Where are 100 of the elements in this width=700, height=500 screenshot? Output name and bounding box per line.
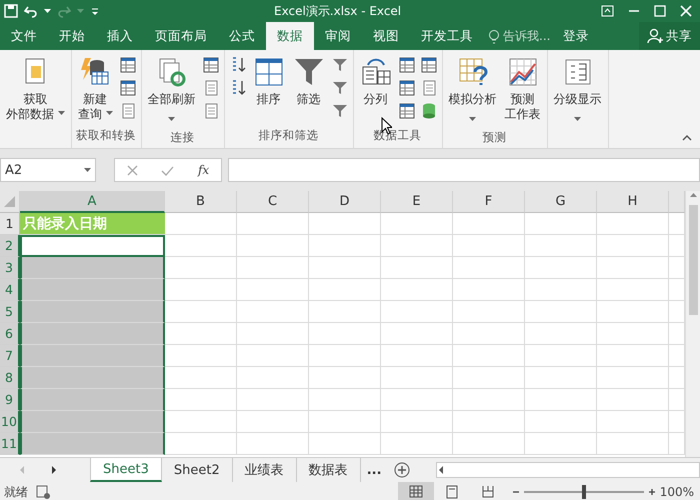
sign-in-link[interactable]: 登录 [555, 22, 597, 50]
table-icon[interactable] [420, 56, 438, 74]
ribbon-tab[interactable]: 页面布局 [144, 22, 218, 50]
table-cell [453, 389, 525, 411]
select-all-icon [3, 195, 16, 208]
insert-function-button[interactable]: fx [198, 163, 210, 177]
column-header[interactable]: G [525, 191, 597, 213]
scroll-thumb[interactable] [688, 205, 698, 315]
table-cell [237, 301, 309, 323]
row-header[interactable]: 9 [0, 389, 20, 411]
table-cell [525, 301, 597, 323]
table-cell [453, 257, 525, 279]
ribbon-button[interactable]: 模拟分析 [446, 54, 499, 130]
share-button[interactable]: 共享 [639, 22, 700, 50]
sheet-tab[interactable]: Sheet3 [90, 458, 162, 482]
row-header[interactable]: 1 [0, 213, 20, 235]
table-cell [237, 411, 309, 433]
column-header[interactable]: D [309, 191, 381, 213]
table-cell [165, 345, 237, 367]
table-cell [381, 301, 453, 323]
table-icon[interactable] [398, 56, 416, 74]
table-cell [525, 367, 597, 389]
horizontal-scrollbar[interactable] [436, 462, 700, 478]
caret-icon [77, 9, 84, 13]
table-cell [525, 433, 597, 455]
vertical-scrollbar[interactable] [685, 191, 700, 457]
table-cell [525, 279, 597, 301]
zoom-level[interactable]: 100% [660, 485, 694, 499]
ribbon-tab[interactable]: 插入 [96, 22, 144, 50]
row-header[interactable]: 10 [0, 411, 20, 433]
ribbon-tab[interactable]: 数据 [266, 22, 314, 50]
ribbon-button[interactable]: 预测 工作表 [502, 54, 543, 130]
ribbon-button[interactable]: 分列 [358, 54, 394, 128]
ribbon-tab[interactable]: 审阅 [314, 22, 362, 50]
table-icon[interactable] [398, 79, 416, 97]
row-header[interactable]: 5 [0, 301, 20, 323]
table-cell [309, 213, 381, 235]
column-header[interactable]: A [20, 191, 165, 213]
table-icon[interactable] [398, 102, 416, 120]
row-header[interactable]: 2 [0, 235, 20, 257]
row-header[interactable]: 7 [0, 345, 20, 367]
table-cell [597, 235, 669, 257]
table-cell [165, 411, 237, 433]
table-cell [597, 389, 669, 411]
column-header[interactable]: E [381, 191, 453, 213]
table-icon[interactable] [118, 79, 137, 97]
check-icon [161, 164, 174, 176]
ribbon-button[interactable]: 分级显示 [552, 54, 604, 130]
table-cell [381, 411, 453, 433]
ribbon-tab[interactable]: 公式 [218, 22, 266, 50]
redo-icon [57, 4, 71, 18]
table-icon[interactable] [202, 56, 220, 74]
ribbon-button[interactable]: 筛选 [290, 54, 327, 128]
more-sheets-button[interactable]: ... [360, 458, 388, 482]
table-cell [381, 279, 453, 301]
table-cell [237, 279, 309, 301]
ribbon-button[interactable]: 获取 外部数据 [4, 54, 67, 128]
zoom-thumb[interactable] [582, 485, 586, 499]
next-sheet-icon [50, 465, 58, 475]
table-cell [597, 279, 669, 301]
row-header[interactable]: 6 [0, 323, 20, 345]
ribbon-button[interactable]: 排序 [250, 54, 287, 128]
funnel-icon[interactable] [330, 79, 349, 97]
column-header[interactable]: C [237, 191, 309, 213]
macro-record-icon [36, 485, 50, 499]
table-cell [525, 411, 597, 433]
lightbulb-icon [488, 28, 500, 44]
table-cell [597, 301, 669, 323]
row-header[interactable]: 3 [0, 257, 20, 279]
ribbon-tab[interactable]: 开发工具 [410, 22, 484, 50]
column-header[interactable]: B [165, 191, 237, 213]
ribbon-button[interactable]: 新建 查询 [76, 54, 115, 128]
table-cell [309, 323, 381, 345]
table-cell [381, 389, 453, 411]
table-cell [165, 301, 237, 323]
name-box[interactable]: A2 [0, 158, 96, 182]
table-cell [453, 411, 525, 433]
column-header[interactable]: F [453, 191, 525, 213]
formula-input[interactable] [228, 158, 700, 182]
table-cell [597, 323, 669, 345]
table-cell [525, 389, 597, 411]
ribbon-tab[interactable]: 开始 [48, 22, 96, 50]
line-chart-icon [506, 56, 539, 88]
maximize-icon [654, 5, 666, 17]
tell-me-field[interactable]: 告诉我... [503, 29, 555, 43]
funnel-icon[interactable] [330, 102, 349, 120]
add-sheet-icon [394, 462, 410, 478]
row-header[interactable]: 11 [0, 433, 20, 455]
row-header[interactable]: 4 [0, 279, 20, 301]
column-header[interactable]: H [597, 191, 669, 213]
ribbon-tab[interactable]: 文件 [0, 22, 48, 50]
ribbon-button[interactable]: 全部刷新 [146, 54, 198, 130]
group-label: 预测 [482, 130, 508, 146]
ribbon-tab[interactable]: 视图 [362, 22, 410, 50]
group-label: 获取和转换 [76, 128, 137, 144]
view-button[interactable] [398, 482, 434, 500]
table-cell [597, 213, 669, 235]
row-header[interactable]: 8 [0, 367, 20, 389]
table-icon[interactable] [118, 56, 137, 74]
funnel-icon[interactable] [330, 56, 349, 74]
